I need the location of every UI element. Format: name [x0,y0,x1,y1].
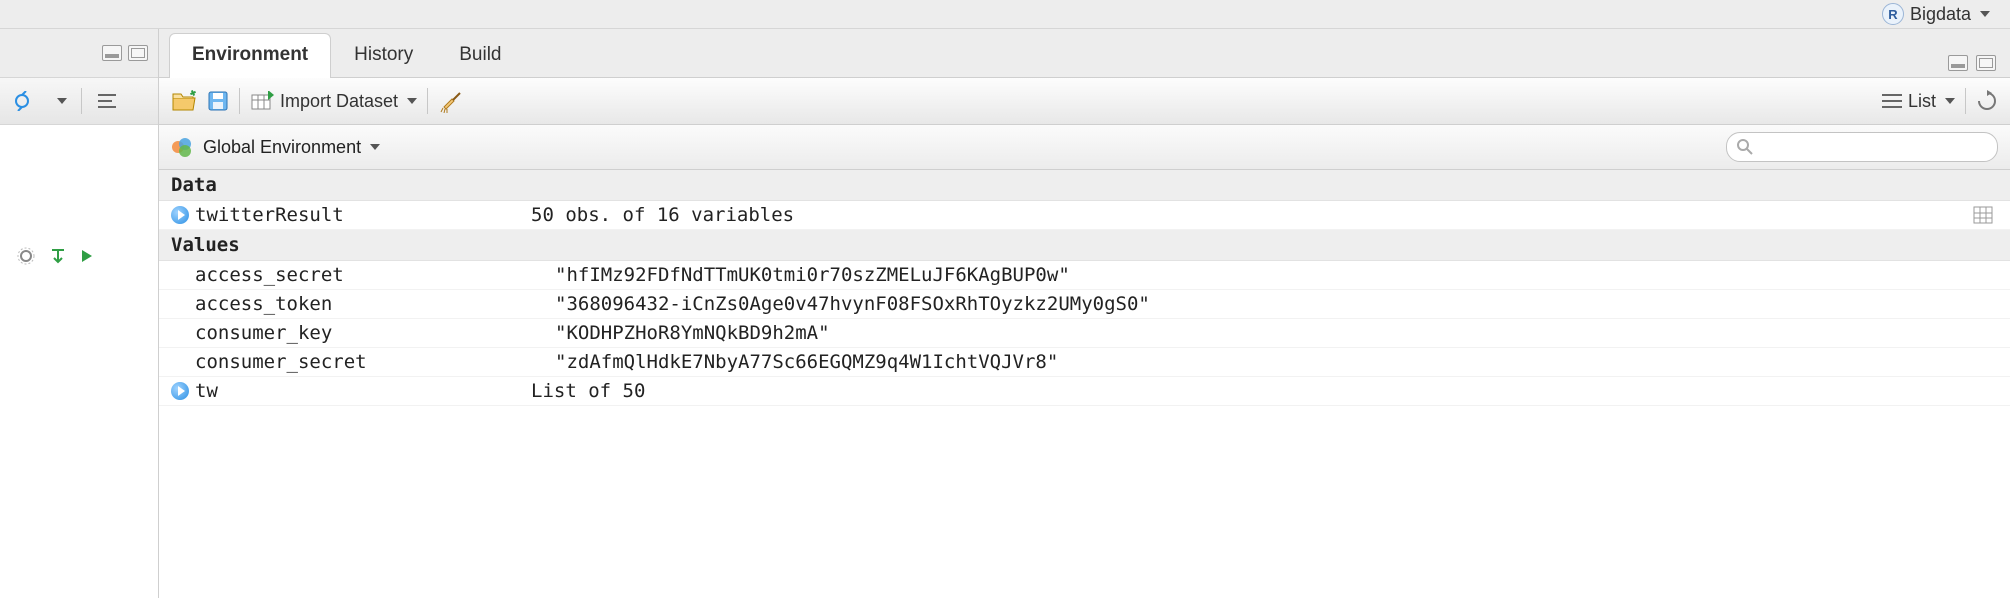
gear-icon[interactable] [16,246,36,266]
pane-tabs: Environment History Build [159,29,2010,78]
env-row[interactable]: tw List of 50 [159,377,2010,406]
env-row[interactable]: access_token "368096432-iCnZs0Age0v47hvy… [159,290,2010,319]
section-header-values: Values [159,230,2010,261]
expand-icon[interactable] [171,206,189,224]
chevron-down-icon [370,144,380,150]
environment-scope-icon [171,136,193,158]
top-menu-strip: R Bigdata [0,0,2010,29]
tab-build[interactable]: Build [436,33,524,78]
chevron-down-icon [1980,11,1990,17]
source-toolbar [0,78,158,125]
run-icon[interactable] [80,248,94,264]
save-icon[interactable] [207,90,229,112]
variable-name: twitterResult [195,204,344,226]
view-mode-toggle[interactable]: List [1882,91,1955,112]
list-icon [1882,93,1902,109]
view-mode-label: List [1908,91,1936,112]
expand-icon[interactable] [171,382,189,400]
environment-pane: Environment History Build Import [159,29,2010,598]
source-pane-header [0,29,158,78]
variable-value: List of 50 [531,380,1958,402]
separator [427,88,428,114]
tab-environment[interactable]: Environment [169,33,331,78]
scope-label: Global Environment [203,137,361,158]
variable-name: consumer_key [195,322,332,344]
environment-list: Data twitterResult 50 obs. of 16 variabl… [159,170,2010,598]
chevron-down-icon [407,98,417,104]
env-row[interactable]: access_secret "hfIMz92FDfNdTTmUK0tmi0r70… [159,261,2010,290]
minimize-pane-icon[interactable] [1948,55,1968,71]
search-icon [1737,139,1753,155]
pane-window-controls [1948,55,2010,77]
back-forward-icon[interactable] [12,91,40,111]
variable-name: access_token [195,293,332,315]
variable-value: "hfIMz92FDfNdTTmUK0tmi0r70szZMELuJF6KAgB… [555,264,1958,286]
project-icon: R [1882,3,1904,25]
tab-history[interactable]: History [331,33,436,78]
section-header-data: Data [159,170,2010,201]
chevron-down-icon [1945,98,1955,104]
maximize-pane-icon[interactable] [128,45,148,61]
separator [81,88,82,114]
import-dataset-label: Import Dataset [280,91,398,112]
refresh-icon[interactable] [1976,90,1998,112]
separator [1965,88,1966,114]
scope-selector-row: Global Environment [159,125,2010,170]
env-row[interactable]: consumer_key "KODHPZHoR8YmNQkBD9h2mA" [159,319,2010,348]
text-align-icon[interactable] [96,92,118,110]
import-dataset-button[interactable]: Import Dataset [250,91,417,112]
rstudio-window: R Bigdata [0,0,2010,598]
console-dock-icons [0,246,158,266]
open-folder-icon[interactable] [171,90,197,112]
project-name: Bigdata [1910,4,1971,25]
clear-broom-icon[interactable] [438,89,462,113]
collapse-icon[interactable] [50,248,66,264]
variable-value: "KODHPZHoR8YmNQkBD9h2mA" [555,322,1958,344]
separator [239,88,240,114]
variable-value: "368096432-iCnZs0Age0v47hvynF08FSOxRhTOy… [555,293,1958,315]
variable-name: tw [195,380,218,402]
variable-name: consumer_secret [195,351,367,373]
variable-value: "zdAfmQlHdkE7NbyA77Sc66EGQMZ9q4W1IchtVQJ… [555,351,1958,373]
grid-view-icon[interactable] [1973,206,1993,224]
variable-value: 50 obs. of 16 variables [531,204,1958,226]
search-box[interactable] [1726,132,1998,162]
maximize-pane-icon[interactable] [1976,55,1996,71]
project-selector[interactable]: R Bigdata [1882,3,1990,25]
search-input[interactable] [1759,137,1987,157]
minimize-pane-icon[interactable] [102,45,122,61]
source-body [0,125,158,598]
import-icon [250,91,274,111]
chevron-down-icon[interactable] [57,98,67,104]
main-split: Environment History Build Import [0,29,2010,598]
env-row[interactable]: twitterResult 50 obs. of 16 variables [159,201,2010,230]
variable-name: access_secret [195,264,344,286]
source-pane [0,29,159,598]
environment-toolbar: Import Dataset List [159,78,2010,125]
scope-selector[interactable]: Global Environment [203,137,380,158]
env-row[interactable]: consumer_secret "zdAfmQlHdkE7NbyA77Sc66E… [159,348,2010,377]
